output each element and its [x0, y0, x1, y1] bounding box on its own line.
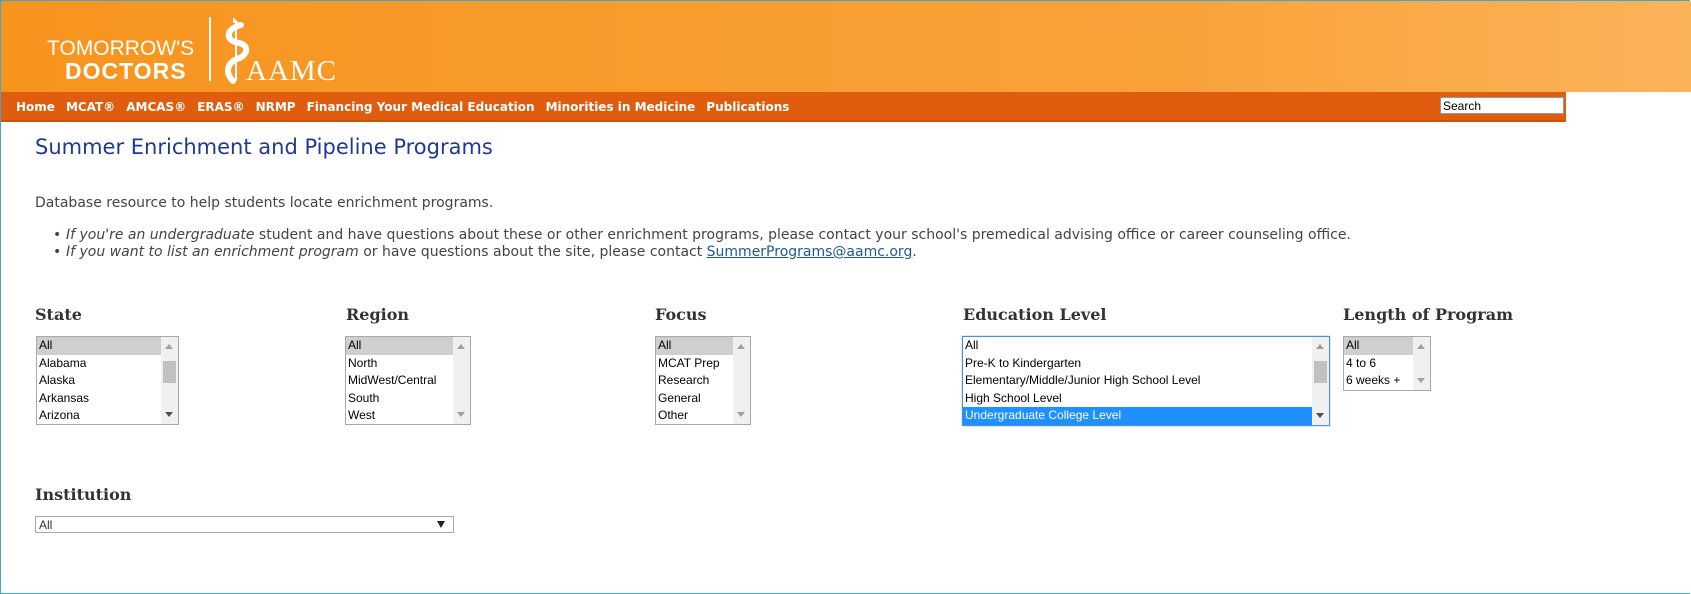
region-scrollbar[interactable]: [453, 337, 470, 424]
scroll-down-icon[interactable]: [1316, 413, 1324, 418]
scroll-down-icon[interactable]: [1417, 378, 1425, 383]
focus-option[interactable]: Other: [656, 407, 736, 424]
focus-scrollbar[interactable]: [733, 337, 750, 424]
state-option[interactable]: Alabama: [37, 355, 164, 373]
scroll-down-icon[interactable]: [737, 412, 745, 417]
site-header: TOMORROW'S DOCTORS AAMC: [1, 1, 1691, 92]
nav-item-0[interactable]: Home: [16, 100, 55, 114]
logo-line2: DOCTORS: [65, 58, 187, 84]
state-option[interactable]: All: [37, 337, 164, 355]
education-option[interactable]: Elementary/Middle/Junior High School Lev…: [963, 372, 1313, 390]
length-option[interactable]: 6 weeks +: [1344, 372, 1416, 390]
scroll-down-icon[interactable]: [165, 412, 173, 417]
page-title: Summer Enrichment and Pipeline Programs: [35, 135, 493, 159]
nav-item-4[interactable]: NRMP: [256, 100, 296, 114]
region-option[interactable]: West: [346, 407, 456, 424]
focus-option[interactable]: Research: [656, 372, 736, 390]
scroll-up-icon[interactable]: [457, 344, 465, 349]
info-item-text: .: [912, 244, 917, 260]
info-item-text: student and have questions about these o…: [254, 227, 1351, 243]
region-option[interactable]: All: [346, 337, 456, 355]
education-option[interactable]: Pre-K to Kindergarten: [963, 355, 1313, 373]
scroll-thumb[interactable]: [1314, 361, 1327, 383]
region-option[interactable]: South: [346, 390, 456, 408]
state-options: All Alabama Alaska Arkansas Arizona: [37, 337, 178, 424]
institution-label: Institution: [35, 485, 132, 504]
nav-item-1[interactable]: MCAT®: [66, 100, 115, 114]
education-level-options: All Pre-K to Kindergarten Elementary/Middl…: [963, 337, 1329, 425]
logo-divider: [209, 17, 211, 81]
region-label: Region: [346, 305, 410, 324]
page-description: Database resource to help students locat…: [35, 195, 494, 211]
state-scrollbar[interactable]: [161, 337, 178, 424]
dropdown-arrow-icon: [437, 521, 445, 528]
nav-right-area: [1566, 92, 1691, 122]
scroll-up-icon[interactable]: [165, 344, 173, 349]
education-level-label: Education Level: [963, 305, 1107, 324]
nav-item-5[interactable]: Financing Your Medical Education: [307, 100, 535, 114]
length-scrollbar[interactable]: [1413, 337, 1430, 390]
search-input[interactable]: [1440, 97, 1564, 114]
scroll-up-icon[interactable]: [1316, 344, 1324, 349]
info-item-list-program: If you want to list an enrichment progra…: [53, 244, 1351, 261]
focus-option[interactable]: General: [656, 390, 736, 408]
focus-label: Focus: [655, 305, 707, 324]
main-nav: Home MCAT® AMCAS® ERAS® NRMP Financing Your M…: [1, 92, 1691, 122]
aamc-logo-text: AAMC: [246, 55, 338, 87]
nav-item-3[interactable]: ERAS®: [197, 100, 244, 114]
scroll-thumb[interactable]: [163, 361, 176, 383]
info-item-emphasis: If you want to list an enrichment progra…: [66, 244, 359, 260]
education-level-scrollbar[interactable]: [1312, 337, 1329, 425]
scroll-up-icon[interactable]: [737, 344, 745, 349]
info-item-emphasis: If you're an undergraduate: [66, 227, 255, 243]
logo-line1: TOMORROW'S: [47, 37, 195, 60]
education-option[interactable]: All: [963, 337, 1313, 355]
region-option[interactable]: MidWest/Central: [346, 372, 456, 390]
tomorrows-doctors-logo[interactable]: TOMORROW'S DOCTORS: [47, 38, 194, 83]
length-option[interactable]: All: [1344, 337, 1416, 355]
region-option[interactable]: North: [346, 355, 456, 373]
state-option[interactable]: Arkansas: [37, 390, 164, 408]
scroll-down-icon[interactable]: [457, 412, 465, 417]
region-options: All North MidWest/Central South West: [346, 337, 470, 424]
info-list: If you're an undergraduate student and h…: [53, 227, 1351, 261]
contact-email-link[interactable]: SummerPrograms@aamc.org: [707, 244, 913, 260]
state-listbox[interactable]: All Alabama Alaska Arkansas Arizona: [36, 336, 179, 425]
length-label: Length of Program: [1343, 305, 1514, 324]
education-level-listbox[interactable]: All Pre-K to Kindergarten Elementary/Middl…: [962, 336, 1330, 426]
state-option[interactable]: Alaska: [37, 372, 164, 390]
education-option[interactable]: High School Level: [963, 390, 1313, 408]
state-label: State: [35, 305, 82, 324]
focus-option[interactable]: MCAT Prep: [656, 355, 736, 373]
focus-listbox[interactable]: All MCAT Prep Research General Other: [655, 336, 751, 425]
aamc-logo[interactable]: AAMC: [219, 15, 339, 87]
state-option[interactable]: Arizona: [37, 407, 164, 424]
nav-item-7[interactable]: Publications: [706, 100, 789, 114]
institution-selected-value: All: [39, 518, 53, 532]
scroll-up-icon[interactable]: [1417, 344, 1425, 349]
length-option[interactable]: 4 to 6: [1344, 355, 1416, 373]
length-listbox[interactable]: All 4 to 66 weeks +: [1343, 336, 1431, 391]
info-item-undergraduate: If you're an undergraduate student and h…: [53, 227, 1351, 244]
info-item-text: or have questions about the site, please…: [358, 244, 707, 260]
institution-select[interactable]: All: [35, 516, 454, 533]
education-option[interactable]: Undergraduate College Level: [963, 407, 1313, 425]
nav-item-2[interactable]: AMCAS®: [126, 100, 186, 114]
region-listbox[interactable]: All North MidWest/Central South West: [345, 336, 471, 425]
nav-items: Home MCAT® AMCAS® ERAS® NRMP Financing Your M…: [16, 100, 800, 114]
focus-option[interactable]: All: [656, 337, 736, 355]
nav-item-6[interactable]: Minorities in Medicine: [546, 100, 696, 114]
